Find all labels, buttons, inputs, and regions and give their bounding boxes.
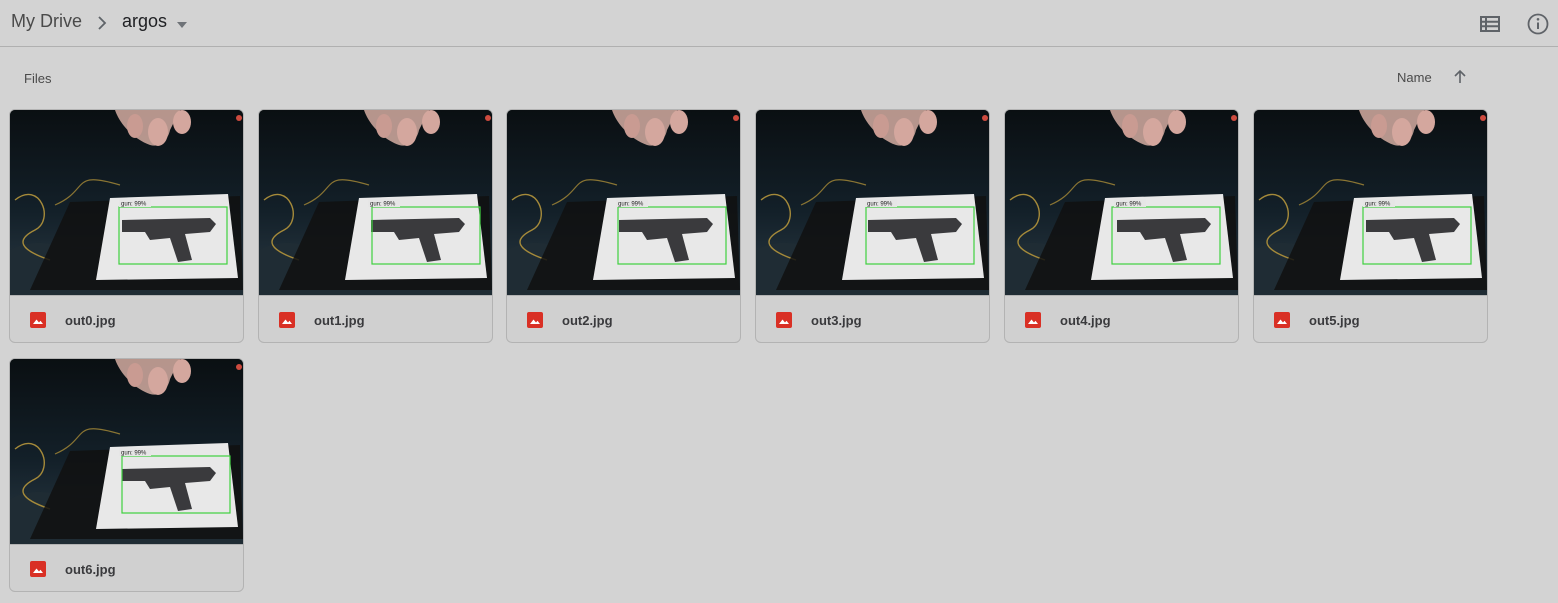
breadcrumb-my-drive[interactable]: My Drive xyxy=(11,11,82,32)
file-card-footer: out0.jpg xyxy=(10,295,243,342)
detection-label: gun: 99% xyxy=(618,202,644,208)
file-name: out0.jpg xyxy=(65,313,116,328)
detection-label: gun: 99% xyxy=(370,202,396,208)
section-label-files: Files xyxy=(24,71,52,86)
file-name: out6.jpg xyxy=(65,562,116,577)
detection-label: gun: 99% xyxy=(1116,202,1142,208)
image-file-icon xyxy=(1025,312,1041,328)
file-thumbnail: gun: 99% xyxy=(507,110,740,295)
image-file-icon xyxy=(776,312,792,328)
file-thumbnail: gun: 99% xyxy=(10,359,243,544)
file-card-out6[interactable]: gun: 99% out6.jpg xyxy=(9,358,244,592)
image-file-icon xyxy=(279,312,295,328)
detection-label: gun: 99% xyxy=(121,202,147,208)
breadcrumb-current-folder[interactable]: argos xyxy=(122,11,167,32)
file-card-footer: out6.jpg xyxy=(10,544,243,591)
image-file-icon xyxy=(30,561,46,577)
file-thumbnail: gun: 99% xyxy=(1005,110,1238,295)
file-card-out5[interactable]: gun: 99% out5.jpg xyxy=(1253,109,1488,343)
file-name: out5.jpg xyxy=(1309,313,1360,328)
arrow-up-icon[interactable] xyxy=(1452,69,1468,85)
file-name: out3.jpg xyxy=(811,313,862,328)
image-file-icon xyxy=(527,312,543,328)
file-name: out4.jpg xyxy=(1060,313,1111,328)
caret-down-icon[interactable] xyxy=(175,17,189,28)
file-card-out2[interactable]: gun: 99% out2.jpg xyxy=(506,109,741,343)
file-card-footer: out3.jpg xyxy=(756,295,989,342)
chevron-right-icon xyxy=(93,14,111,32)
file-card-out4[interactable]: gun: 99% out4.jpg xyxy=(1004,109,1239,343)
top-bar: My Drive argos xyxy=(0,0,1558,47)
file-thumbnail: gun: 99% xyxy=(756,110,989,295)
file-thumbnail: gun: 99% xyxy=(259,110,492,295)
sort-by-name-button[interactable]: Name xyxy=(1397,70,1432,85)
image-file-icon xyxy=(30,312,46,328)
detection-label: gun: 99% xyxy=(867,202,893,208)
info-icon[interactable] xyxy=(1525,11,1551,37)
file-card-footer: out4.jpg xyxy=(1005,295,1238,342)
list-view-icon[interactable] xyxy=(1478,12,1502,36)
file-thumbnail: gun: 99% xyxy=(10,110,243,295)
detection-label: gun: 99% xyxy=(1365,202,1391,208)
file-card-out0[interactable]: gun: 99% out0.jpg xyxy=(9,109,244,343)
file-card-footer: out2.jpg xyxy=(507,295,740,342)
detection-label: gun: 99% xyxy=(121,451,147,457)
file-card-out1[interactable]: gun: 99% out1.jpg xyxy=(258,109,493,343)
image-file-icon xyxy=(1274,312,1290,328)
file-name: out1.jpg xyxy=(314,313,365,328)
file-card-footer: out5.jpg xyxy=(1254,295,1487,342)
file-card-out3[interactable]: gun: 99% out3.jpg xyxy=(755,109,990,343)
file-thumbnail: gun: 99% xyxy=(1254,110,1487,295)
file-name: out2.jpg xyxy=(562,313,613,328)
file-card-footer: out1.jpg xyxy=(259,295,492,342)
